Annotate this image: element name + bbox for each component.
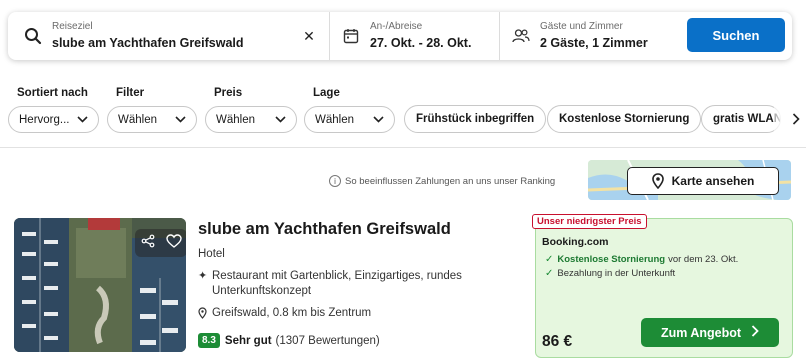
share-icon[interactable] [141, 234, 155, 253]
map-pin-icon [651, 173, 664, 189]
guests-value[interactable]: 2 Gäste, 1 Zimmer [540, 35, 648, 51]
filter-label: Filter [116, 87, 145, 99]
hotel-name[interactable]: slube am Yachthafen Greifswald [198, 220, 451, 239]
chip-breakfast[interactable]: Frühstück inbegriffen [404, 105, 547, 133]
sort-value: Hervorg... [19, 113, 70, 126]
filter-value: Wählen [118, 113, 157, 126]
ranking-info-text: So beeinflussen Zahlungen an uns unser R… [345, 175, 556, 187]
divider [0, 147, 806, 148]
photo-actions [135, 229, 186, 257]
rating-score-badge: 8.3 [198, 333, 220, 348]
destination-field[interactable]: Reiseziel slube am Yachthafen Greifswald… [8, 12, 330, 60]
lowest-price-badge: Unser niedrigster Preis [532, 214, 647, 229]
chevron-down-icon [175, 114, 186, 126]
location-pin-icon [198, 307, 207, 319]
chip-free-wifi[interactable]: gratis WLAN [701, 105, 781, 133]
guests-field[interactable]: Gäste und Zimmer 2 Gäste, 1 Zimmer [500, 12, 684, 60]
hotel-location: Greifswald, 0.8 km bis Zentrum [198, 307, 371, 319]
price-value: Wählen [216, 113, 255, 126]
hotel-type: Hotel [198, 248, 225, 260]
perk-cancellation-rest: vor dem 23. Okt. [668, 254, 739, 265]
sparkle-icon: ✦ [198, 270, 208, 282]
hotel-card[interactable]: slube am Yachthafen Greifswald Hotel ✦ R… [8, 212, 798, 358]
search-bar: Reiseziel slube am Yachthafen Greifswald… [8, 12, 792, 60]
guests-label: Gäste und Zimmer [540, 21, 623, 32]
sort-group: Sortiert nach Hervorg... [8, 86, 99, 133]
clear-destination-icon[interactable]: ✕ [299, 26, 319, 46]
best-offer-box[interactable]: Unser niedrigster Preis Booking.com ✓ Ko… [532, 214, 793, 358]
rating-word: Sehr gut [224, 334, 272, 347]
location-dropdown[interactable]: Wählen [304, 106, 395, 133]
hotel-feature: ✦ Restaurant mit Gartenblick, Einzigarti… [198, 269, 488, 299]
price-group: Preis Wählen [205, 86, 297, 133]
heart-icon[interactable] [165, 233, 182, 253]
view-deal-button[interactable]: Zum Angebot [641, 318, 779, 347]
dates-label: An-/Abreise [370, 21, 423, 32]
offer-perk-cancellation: ✓ Kostenlose Stornierung vor dem 23. Okt… [545, 254, 738, 265]
hotel-rating[interactable]: 8.3 Sehr gut (1307 Bewertungen) [198, 333, 380, 348]
guests-icon [510, 25, 532, 47]
ranking-info-link[interactable]: i So beeinflussen Zahlungen an uns unser… [329, 175, 555, 187]
chevron-down-icon [373, 114, 384, 126]
offer-provider: Booking.com [542, 236, 609, 248]
filter-group: Filter Wählen [107, 86, 197, 133]
chevron-down-icon [275, 114, 286, 126]
hotel-feature-text: Restaurant mit Gartenblick, Einzigartige… [212, 270, 462, 297]
calendar-icon [340, 25, 362, 47]
price-label: Preis [214, 87, 243, 99]
search-button[interactable]: Suchen [687, 18, 785, 52]
filter-bar: Sortiert nach Hervorg... Filter Wählen P… [8, 86, 806, 134]
sort-label: Sortiert nach [17, 87, 88, 99]
scroll-right-button[interactable] [774, 105, 804, 133]
dates-field[interactable]: An-/Abreise 27. Okt. - 28. Okt. [330, 12, 500, 60]
location-value: Wählen [315, 113, 354, 126]
review-count: (1307 Bewertungen) [275, 334, 380, 347]
location-label: Lage [313, 87, 340, 99]
dates-value[interactable]: 27. Okt. - 28. Okt. [370, 35, 471, 51]
destination-label: Reiseziel [52, 21, 93, 32]
chevron-down-icon [77, 114, 88, 126]
location-group: Lage Wählen [304, 86, 395, 133]
offer-perk-payment: ✓ Bezahlung in der Unterkunft [545, 268, 675, 279]
check-icon: ✓ [545, 268, 554, 279]
perk-payment-text: Bezahlung in der Unterkunft [557, 268, 676, 279]
search-icon [22, 25, 44, 47]
info-icon: i [329, 175, 341, 187]
check-icon: ✓ [545, 254, 554, 265]
price-dropdown[interactable]: Wählen [205, 106, 297, 133]
sort-dropdown[interactable]: Hervorg... [8, 106, 99, 133]
hotel-location-text: Greifswald, 0.8 km bis Zentrum [212, 307, 372, 319]
view-deal-label: Zum Angebot [660, 325, 742, 340]
chip-free-cancellation[interactable]: Kostenlose Stornierung [547, 105, 702, 133]
hotel-photo[interactable] [14, 218, 186, 352]
offer-price: 86 € [542, 333, 573, 350]
chevron-right-icon [751, 325, 759, 340]
map-view-button[interactable]: Karte ansehen [627, 167, 779, 195]
destination-value[interactable]: slube am Yachthafen Greifswald [52, 35, 244, 51]
filter-dropdown[interactable]: Wählen [107, 106, 197, 133]
perk-cancellation-bold: Kostenlose Stornierung [557, 254, 666, 265]
chevron-right-icon [792, 113, 800, 125]
map-button-label: Karte ansehen [671, 174, 755, 188]
